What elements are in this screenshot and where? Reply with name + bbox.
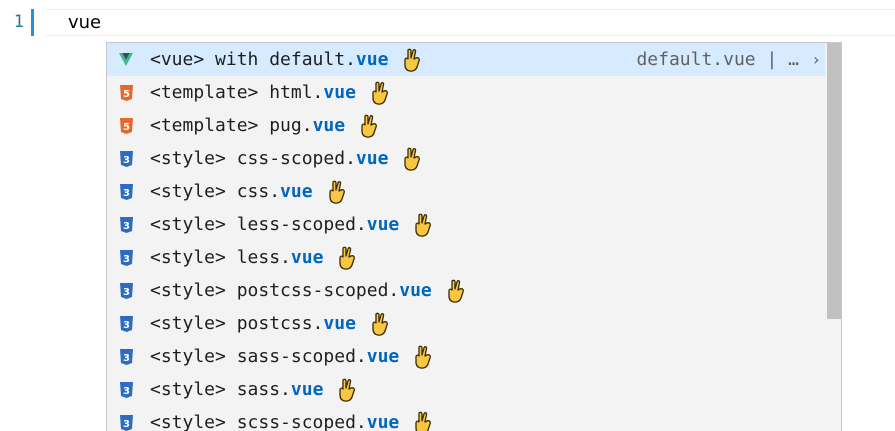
suggestion-label-prefix: <template> html. — [150, 82, 324, 103]
suggestion-label: <style> less-scoped.vue — [150, 208, 399, 241]
suggestion-label-match: vue — [366, 412, 400, 431]
victory-hand-icon — [360, 114, 378, 138]
suggestion-label: <style> less.vue — [150, 241, 323, 274]
suggestion-item[interactable]: 3 <style> postcss.vue — [107, 307, 825, 340]
victory-hand-icon — [414, 213, 432, 237]
css3-icon: 3 — [119, 216, 133, 234]
suggestion-label-prefix: <style> sass-scoped. — [150, 346, 367, 367]
css3-icon: 3 — [119, 183, 133, 201]
victory-hand-icon — [447, 279, 465, 303]
svg-text:3: 3 — [123, 386, 130, 397]
victory-hand-icon — [371, 81, 389, 105]
victory-hand-icon — [338, 378, 356, 402]
suggestion-label-match: vue — [312, 115, 346, 136]
svg-text:3: 3 — [123, 419, 130, 430]
suggestion-scrollbar-thumb[interactable] — [827, 43, 841, 319]
suggestion-label-prefix: <vue> with default. — [150, 49, 356, 70]
suggestion-label-prefix: <template> pug. — [150, 115, 313, 136]
suggestion-label-match: vue — [323, 82, 356, 103]
vue-icon — [119, 51, 133, 69]
css3-icon: 3 — [119, 348, 133, 366]
suggestion-label: <style> css.vue — [150, 175, 313, 208]
victory-hand-icon — [414, 411, 432, 431]
css3-icon: 3 — [119, 150, 133, 168]
suggestion-label-match: vue — [280, 181, 313, 202]
suggestion-label-prefix: <style> less. — [150, 247, 291, 268]
editor-line-text[interactable]: vue — [68, 10, 101, 36]
suggestion-label-match: vue — [366, 214, 400, 235]
suggestion-label-match: vue — [355, 49, 389, 70]
suggestion-label: <template> pug.vue — [150, 109, 345, 142]
suggestion-item[interactable]: 3 <style> sass-scoped.vue — [107, 340, 825, 373]
svg-text:3: 3 — [123, 188, 130, 199]
svg-text:3: 3 — [123, 221, 130, 232]
suggestion-label: <vue> with default.vue — [150, 43, 388, 76]
html5-icon: 5 — [119, 84, 133, 102]
suggestion-item[interactable]: 3 <style> postcss-scoped.vue — [107, 274, 825, 307]
victory-hand-icon — [338, 246, 356, 270]
suggestion-item[interactable]: 3 <style> sass.vue — [107, 373, 825, 406]
read-more-chevron-icon[interactable]: › — [811, 43, 821, 76]
suggestion-label-match: vue — [290, 247, 324, 268]
suggestion-item[interactable]: 3 <style> less.vue — [107, 241, 825, 274]
suggestion-widget[interactable]: <vue> with default.vue default.vue | … › 5… — [106, 42, 842, 431]
suggestion-label-prefix: <style> postcss-scoped. — [150, 280, 400, 301]
suggestion-item[interactable]: 3 <style> less-scoped.vue — [107, 208, 825, 241]
suggestion-label-prefix: <style> postcss. — [150, 313, 324, 334]
css3-icon: 3 — [119, 249, 133, 267]
suggestion-label-match: vue — [290, 379, 324, 400]
suggestion-label: <template> html.vue — [150, 76, 356, 109]
suggestion-label-prefix: <style> less-scoped. — [150, 214, 367, 235]
current-line-highlight — [46, 9, 895, 36]
suggestion-label-match: vue — [355, 148, 389, 169]
suggestion-label-match: vue — [399, 280, 432, 301]
suggestion-label-match: vue — [366, 346, 400, 367]
svg-text:3: 3 — [123, 353, 130, 364]
suggestion-item[interactable]: 3 <style> css-scoped.vue — [107, 142, 825, 175]
suggestion-label: <style> css-scoped.vue — [150, 142, 388, 175]
victory-hand-icon — [403, 48, 421, 72]
suggestion-label-prefix: <style> sass. — [150, 379, 291, 400]
suggestion-item[interactable]: 5 <template> pug.vue — [107, 109, 825, 142]
victory-hand-icon — [328, 180, 346, 204]
suggestion-label-prefix: <style> scss-scoped. — [150, 412, 367, 431]
suggestion-detail: default.vue | … — [636, 49, 799, 70]
victory-hand-icon — [371, 312, 389, 336]
suggestion-label: <style> scss-scoped.vue — [150, 406, 399, 431]
css3-icon: 3 — [119, 315, 133, 333]
svg-text:5: 5 — [123, 122, 130, 133]
suggestion-label: <style> postcss-scoped.vue — [150, 274, 432, 307]
current-line-indicator — [31, 9, 34, 36]
svg-text:3: 3 — [123, 254, 130, 265]
victory-hand-icon — [414, 345, 432, 369]
victory-hand-icon — [403, 147, 421, 171]
suggestion-label: <style> sass-scoped.vue — [150, 340, 399, 373]
suggestion-item[interactable]: 3 <style> scss-scoped.vue — [107, 406, 825, 431]
suggestion-label-match: vue — [323, 313, 356, 334]
suggestion-item[interactable]: 3 <style> css.vue — [107, 175, 825, 208]
suggestion-item[interactable]: 5 <template> html.vue — [107, 76, 825, 109]
suggestion-label: <style> sass.vue — [150, 373, 323, 406]
suggestion-item-selected[interactable]: <vue> with default.vue default.vue | … › — [107, 43, 825, 76]
line-number: 1 — [13, 12, 24, 32]
svg-text:3: 3 — [123, 287, 130, 298]
suggestion-label-prefix: <style> css-scoped. — [150, 148, 356, 169]
css3-icon: 3 — [119, 282, 133, 300]
suggestion-label: <style> postcss.vue — [150, 307, 356, 340]
svg-text:3: 3 — [123, 320, 130, 331]
svg-text:5: 5 — [123, 89, 130, 100]
css3-icon: 3 — [119, 381, 133, 399]
html5-icon: 5 — [119, 117, 133, 135]
css3-icon: 3 — [119, 414, 133, 431]
suggestion-label-prefix: <style> css. — [150, 181, 281, 202]
svg-text:3: 3 — [123, 155, 130, 166]
